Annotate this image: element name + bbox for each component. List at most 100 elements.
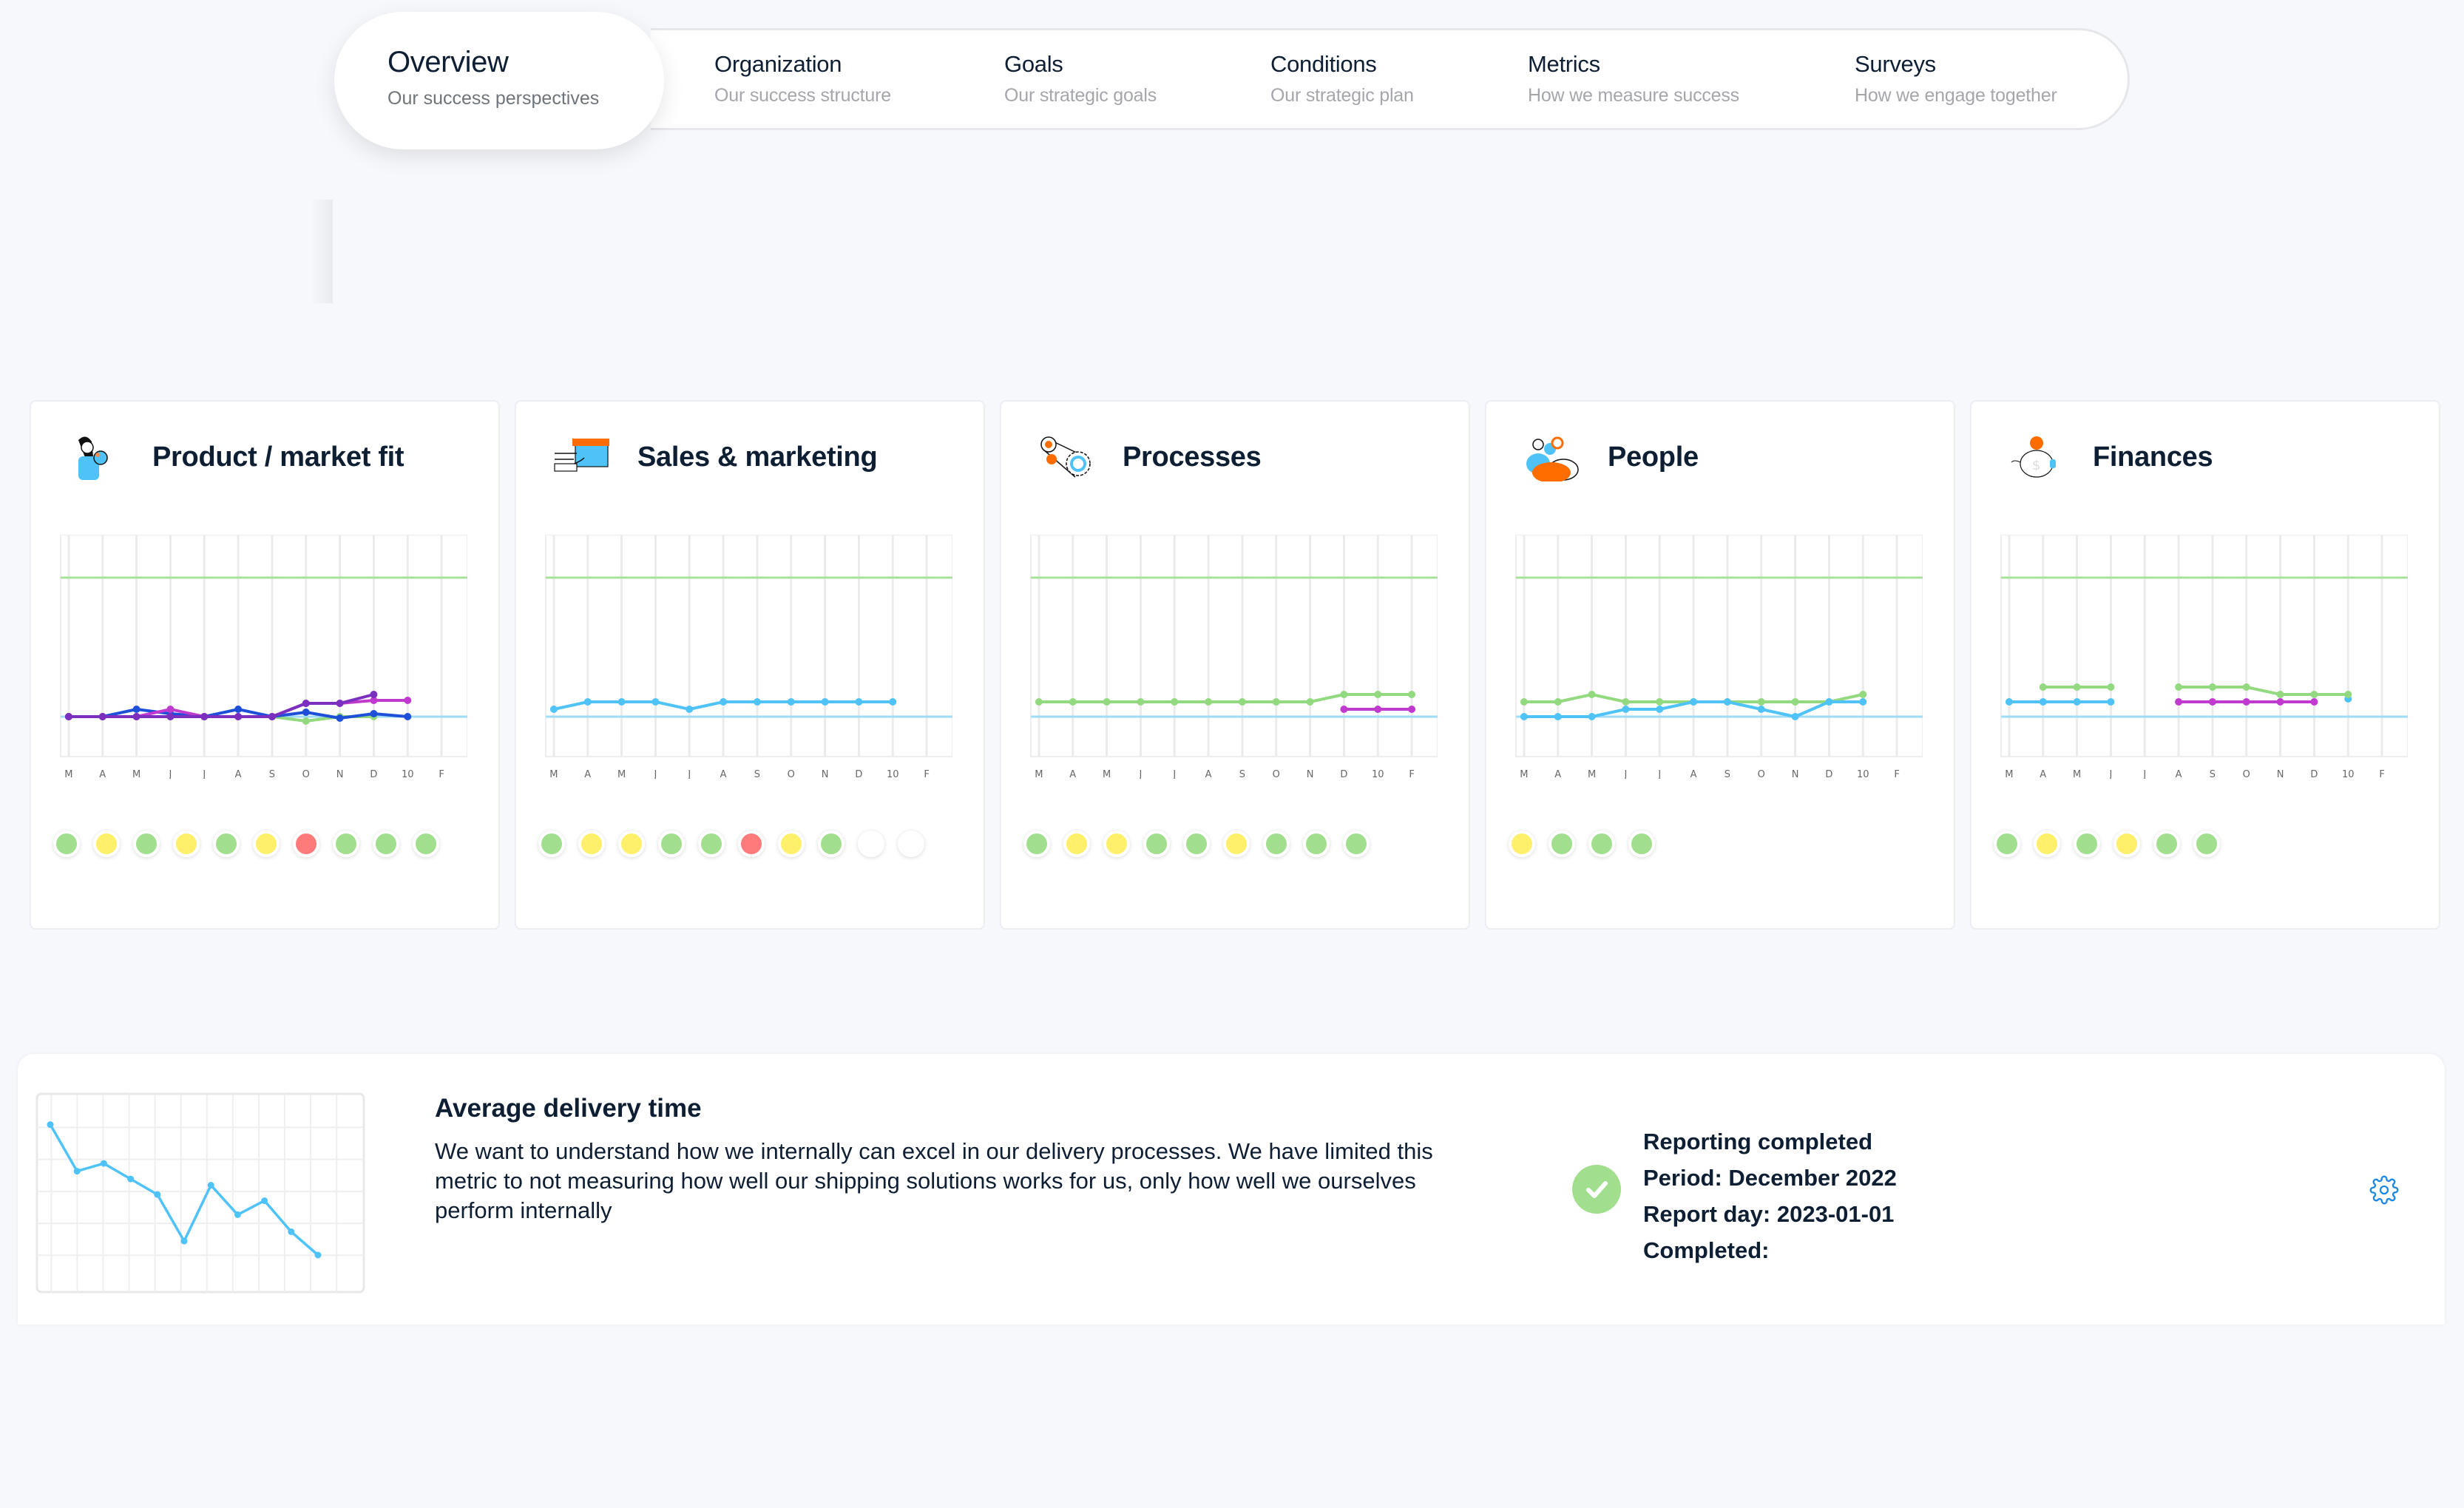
series-point: [2039, 683, 2047, 691]
status-dot-green[interactable]: [373, 831, 399, 857]
status-dots: [1023, 831, 1370, 875]
status-dot-yellow[interactable]: [253, 831, 280, 857]
x-tick-label: D: [855, 769, 862, 779]
status-dot-green[interactable]: [1994, 831, 2020, 857]
x-tick-label: M: [132, 769, 141, 779]
status-dot-green[interactable]: [1023, 831, 1050, 857]
status-dot-yellow[interactable]: [578, 831, 605, 857]
series-point: [1408, 706, 1416, 713]
series-point: [1791, 713, 1799, 720]
status-dot-empty[interactable]: [858, 831, 884, 857]
series-point: [2276, 698, 2284, 706]
status-dot-yellow[interactable]: [2113, 831, 2140, 857]
nav-tab-overview[interactable]: Overview Our success perspectives: [334, 12, 664, 149]
nav-tab-subtitle: How we engage together: [1855, 85, 2057, 106]
nav-tab-title: Overview: [387, 46, 509, 78]
perspective-card-product-market-fit[interactable]: Product / market fit M A M J J A S O N D 10 F: [30, 400, 500, 930]
series-point: [100, 1160, 107, 1167]
status-dot-green[interactable]: [1143, 831, 1170, 857]
status-dot-green[interactable]: [1303, 831, 1330, 857]
nav-tab-surveys[interactable]: Surveys How we engage together: [1855, 51, 2057, 106]
series-point: [2310, 691, 2318, 698]
status-dot-yellow[interactable]: [1103, 831, 1130, 857]
status-dot-green[interactable]: [1183, 831, 1210, 857]
series-point: [1622, 706, 1630, 713]
status-dot-yellow[interactable]: [173, 831, 200, 857]
chart-plot-area: [60, 535, 467, 757]
nav-tab-title: Surveys: [1855, 51, 1936, 77]
x-tick-label: J: [1138, 769, 1142, 779]
x-tick-label: D: [1340, 769, 1347, 779]
series-point: [1238, 698, 1246, 706]
series-point: [2005, 698, 2013, 706]
series-point: [2175, 698, 2183, 706]
nav-tab-metrics[interactable]: Metrics How we measure success: [1528, 51, 1739, 106]
people-group-icon: [1523, 434, 1579, 483]
status-dot-green[interactable]: [1343, 831, 1370, 857]
status-dot-green[interactable]: [413, 831, 439, 857]
status-dot-green[interactable]: [333, 831, 359, 857]
status-dot-yellow[interactable]: [618, 831, 645, 857]
x-tick-label: M: [1588, 769, 1596, 779]
series-point: [1374, 691, 1382, 698]
series-point: [720, 698, 728, 706]
perspective-card-processes[interactable]: Processes M A M J J A S O N D 10 F: [1000, 400, 1470, 930]
metric-trend-chart[interactable]: [35, 1092, 365, 1294]
status-dot-yellow[interactable]: [1223, 831, 1250, 857]
series-point: [1205, 698, 1213, 706]
status-dot-green[interactable]: [658, 831, 685, 857]
series-point: [1656, 698, 1664, 706]
series-point: [2073, 683, 2081, 691]
status-dot-yellow[interactable]: [778, 831, 805, 857]
nav-tab-organization[interactable]: Organization Our success structure: [714, 51, 891, 106]
status-dot-green[interactable]: [2074, 831, 2100, 857]
perspective-card-sales-marketing[interactable]: Sales & marketing M A M J J A S O N D 10 F: [515, 400, 985, 930]
status-dot-empty[interactable]: [898, 831, 924, 857]
x-tick-label: A: [1205, 769, 1212, 779]
series-point: [2208, 683, 2216, 691]
status-dot-yellow[interactable]: [2034, 831, 2060, 857]
status-dot-red[interactable]: [738, 831, 765, 857]
status-dot-green[interactable]: [1263, 831, 1290, 857]
svg-text:$: $: [2032, 458, 2040, 473]
status-dot-yellow[interactable]: [1063, 831, 1090, 857]
status-dot-green[interactable]: [538, 831, 565, 857]
status-dot-yellow[interactable]: [93, 831, 120, 857]
status-dot-green[interactable]: [133, 831, 160, 857]
status-dots: [538, 831, 924, 875]
status-dot-green[interactable]: [213, 831, 240, 857]
series-point: [154, 1191, 161, 1198]
status-dot-green[interactable]: [1549, 831, 1575, 857]
x-tick-label: M: [617, 769, 626, 779]
x-tick-label: A: [2040, 769, 2046, 779]
series-point: [2039, 698, 2047, 706]
x-tick-label: M: [549, 769, 558, 779]
x-tick-label: M: [2073, 769, 2081, 779]
series-point: [1859, 691, 1867, 698]
status-dot-green[interactable]: [2193, 831, 2220, 857]
x-tick-label: A: [1554, 769, 1561, 779]
nav-tab-title: Metrics: [1528, 51, 1600, 77]
x-tick-label: S: [269, 769, 275, 779]
status-dot-green[interactable]: [698, 831, 725, 857]
status-dot-green[interactable]: [2153, 831, 2180, 857]
status-dot-green[interactable]: [818, 831, 845, 857]
nav-tab-goals[interactable]: Goals Our strategic goals: [1004, 51, 1157, 106]
x-tick-label: O: [788, 769, 795, 779]
nav-tab-conditions[interactable]: Conditions Our strategic plan: [1270, 51, 1414, 106]
status-dot-green[interactable]: [1588, 831, 1615, 857]
gear-icon[interactable]: [2369, 1175, 2399, 1205]
status-dot-green[interactable]: [53, 831, 80, 857]
perspective-card-finances[interactable]: $ Finances M A M J J A S O N D 10 F: [1970, 400, 2440, 930]
status-dot-green[interactable]: [1628, 831, 1655, 857]
top-navigation: Organization Our success structure Goals…: [651, 28, 2130, 130]
series-point: [370, 691, 378, 698]
status-dot-yellow[interactable]: [1509, 831, 1535, 857]
series-point: [404, 713, 412, 720]
status-dot-red[interactable]: [293, 831, 319, 857]
series-point: [2242, 683, 2250, 691]
series-point: [234, 713, 243, 720]
series-point: [302, 717, 310, 725]
perspective-cards: Product / market fit M A M J J A S O N D 10 F Sales…: [30, 400, 2440, 930]
perspective-card-people[interactable]: People M A M J J A S O N D 10 F: [1485, 400, 1955, 930]
